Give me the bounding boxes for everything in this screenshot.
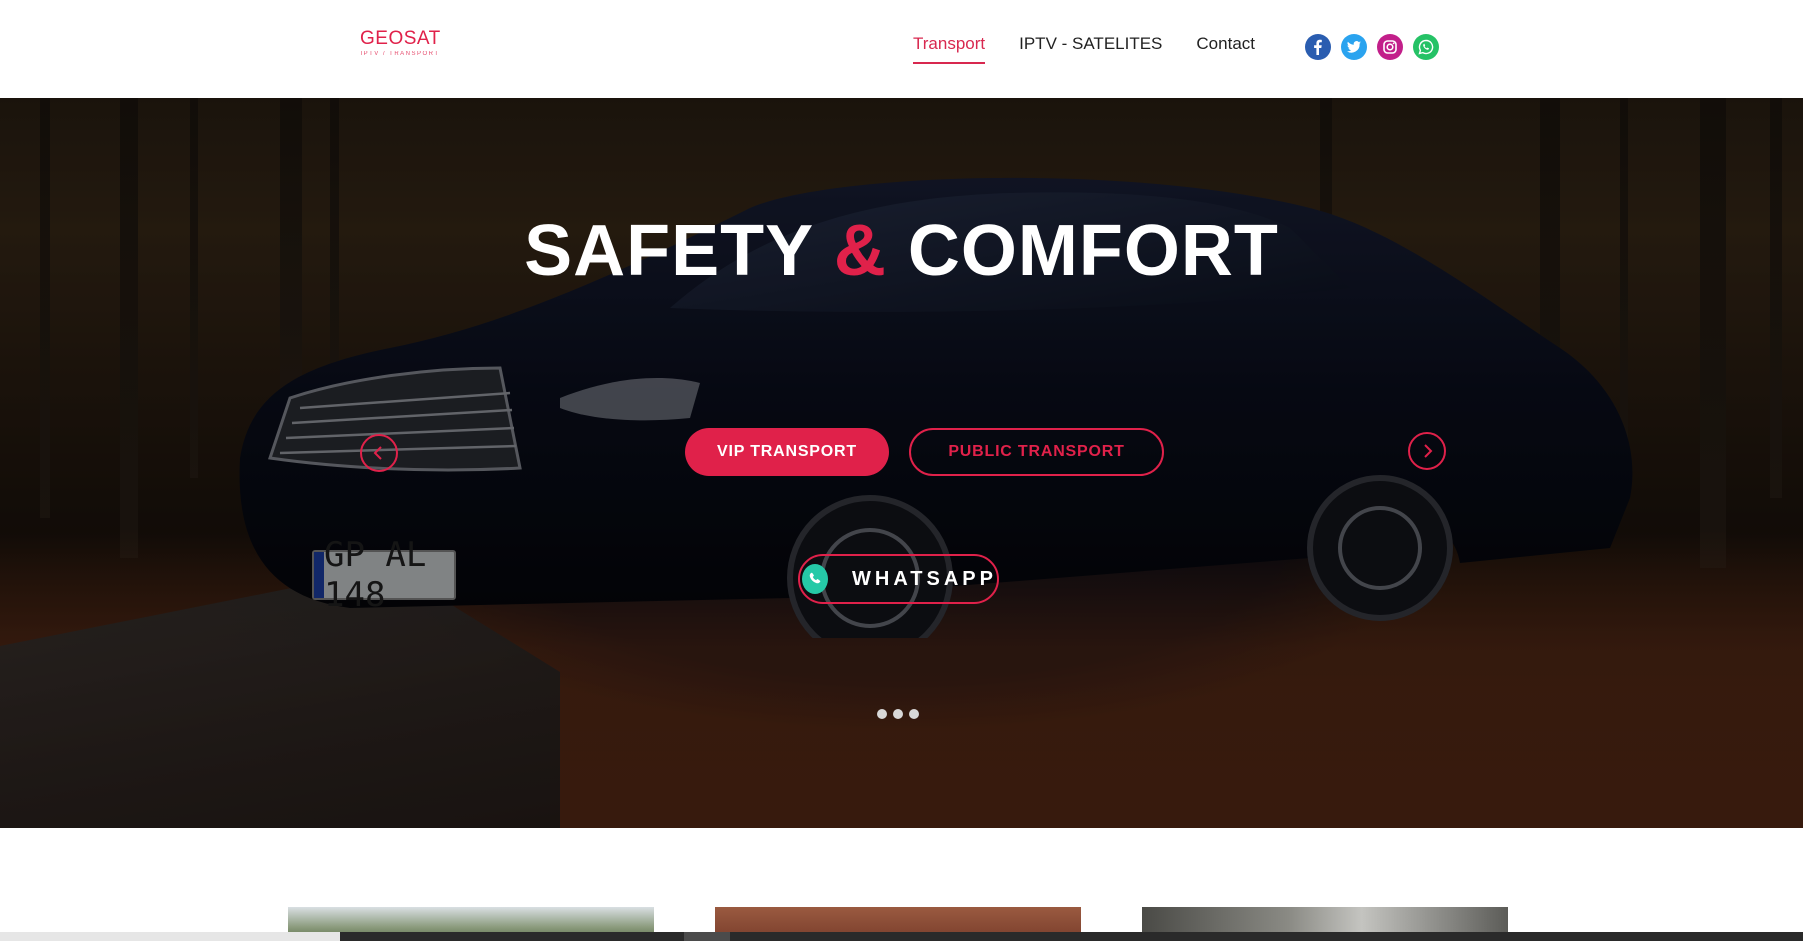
whatsapp-button[interactable]: WHATSAPP: [798, 554, 999, 604]
main-nav: Transport IPTV - SATELITES Contact: [913, 34, 1255, 64]
slider-dot-1[interactable]: [877, 709, 887, 719]
twitter-icon[interactable]: [1341, 34, 1367, 60]
hero-title-ampersand: &: [833, 211, 887, 291]
hero-title-part2: COMFORT: [907, 211, 1279, 291]
facebook-icon[interactable]: [1305, 34, 1331, 60]
whatsapp-label: WHATSAPP: [852, 567, 997, 590]
logo-title: GEOSAT: [360, 28, 441, 49]
hero-title: SAFETY & COMFORT: [0, 210, 1803, 292]
social-links: [1305, 34, 1439, 60]
hero-title-part1: SAFETY: [524, 211, 813, 291]
public-transport-button[interactable]: PUBLIC TRANSPORT: [909, 428, 1164, 476]
nav-item-transport[interactable]: Transport: [913, 34, 986, 64]
whatsapp-icon[interactable]: [1413, 34, 1439, 60]
instagram-icon[interactable]: [1377, 34, 1403, 60]
site-header: GEOSAT IPTV / TRANSPORT Transport IPTV -…: [0, 0, 1803, 98]
slider-pagination: [877, 709, 919, 719]
chevron-left-icon: [373, 446, 382, 460]
logo-subtitle: IPTV / TRANSPORT: [360, 51, 440, 57]
phone-icon: [802, 564, 829, 594]
chevron-right-icon: [1424, 444, 1433, 458]
nav-item-iptv-satelites[interactable]: IPTV - SATELITES: [1019, 34, 1162, 64]
vip-transport-button[interactable]: VIP TRANSPORT: [685, 428, 889, 476]
site-logo[interactable]: GEOSAT IPTV / TRANSPORT: [360, 28, 440, 58]
slider-dot-3[interactable]: [909, 709, 919, 719]
slider-dot-2[interactable]: [893, 709, 903, 719]
os-taskbar: [0, 932, 1803, 941]
slider-next-button[interactable]: [1408, 432, 1446, 470]
nav-item-contact[interactable]: Contact: [1196, 34, 1255, 64]
slider-prev-button[interactable]: [360, 434, 398, 472]
